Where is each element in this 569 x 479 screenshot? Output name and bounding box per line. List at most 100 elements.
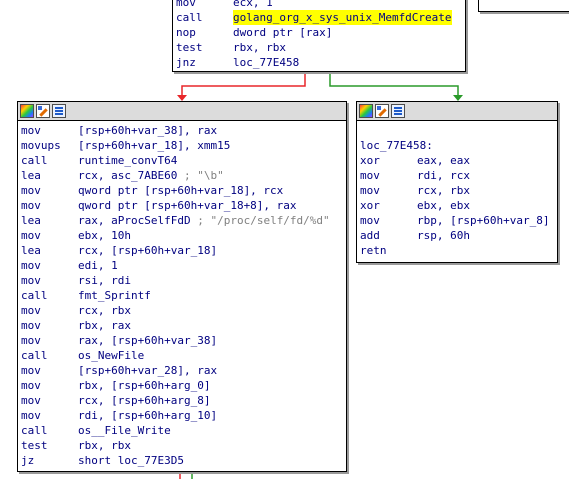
- mnemonic: retn: [360, 244, 387, 257]
- operand: ebx, 10h: [78, 229, 131, 242]
- edit-icon[interactable]: [36, 104, 50, 118]
- operand: qword ptr [rsp+60h+var_18+8], rax: [78, 199, 297, 212]
- operand: rbx, rbx: [78, 439, 131, 452]
- top-code-block[interactable]: mov ecx, 1 call golang_org_x_sys_unix_Me…: [172, 0, 466, 72]
- operand: rcx, asc_7ABE60: [78, 169, 178, 182]
- code-line: mov rbp, [rsp+60h+var_8]: [360, 213, 557, 228]
- code-line: test rbx, rbx: [21, 438, 346, 453]
- left-code-block[interactable]: mov [rsp+60h+var_38], rax movups [rsp+60h+v…: [17, 101, 347, 472]
- mnemonic: jnz: [176, 56, 196, 69]
- mnemonic: mov: [21, 364, 41, 377]
- right-code-listing: xor eax, eax mov rdi, rcx mov rcx, rbx xor ebx,…: [360, 153, 557, 258]
- code-line: mov rsi, rdi: [21, 273, 346, 288]
- code-line: mov rcx, [rsp+60h+arg_8]: [21, 393, 346, 408]
- mnemonic: test: [176, 41, 203, 54]
- operand: ecx, 1: [233, 0, 273, 9]
- mnemonic: mov: [21, 304, 41, 317]
- code-line: movups [rsp+60h+var_18], xmm15: [21, 138, 346, 153]
- mnemonic: xor: [360, 199, 380, 212]
- mnemonic: mov: [21, 319, 41, 332]
- code-line: lea rax, aProcSelfFdD ; "/proc/self/fd/%d…: [21, 213, 346, 228]
- code-line: mov rax, [rsp+60h+var_38]: [21, 333, 346, 348]
- operand: rcx, rbx: [78, 304, 131, 317]
- graph-overview-icon[interactable]: [52, 104, 66, 118]
- code-line: test rbx, rbx: [176, 40, 465, 55]
- operand: rbx, [rsp+60h+arg_0]: [78, 379, 211, 392]
- mnemonic: movups: [21, 139, 61, 152]
- mnemonic: call: [176, 11, 203, 24]
- code-line: mov ebx, 10h: [21, 228, 346, 243]
- color-palette-icon[interactable]: [20, 104, 34, 118]
- comment: ; "\b": [183, 169, 224, 182]
- code-line: mov ecx, 1: [176, 0, 465, 10]
- code-line: add rsp, 60h: [360, 228, 557, 243]
- edit-icon[interactable]: [375, 104, 389, 118]
- block-header: [357, 102, 557, 121]
- code-line: mov rdi, rcx: [360, 168, 557, 183]
- mnemonic: mov: [21, 394, 41, 407]
- mnemonic: lea: [21, 169, 41, 182]
- mnemonic: add: [360, 229, 380, 242]
- code-line: mov rcx, rbx: [360, 183, 557, 198]
- operand: rbx, rax: [78, 319, 131, 332]
- operand: rdi, rcx: [417, 169, 470, 182]
- highlighted-call-target[interactable]: golang_org_x_sys_unix_MemfdCreate: [233, 10, 452, 25]
- mnemonic: mov: [176, 0, 196, 9]
- operand: ebx, ebx: [417, 199, 470, 212]
- mnemonic: mov: [21, 199, 41, 212]
- offscreen-block-top-right[interactable]: [478, 0, 569, 12]
- code-line: mov [rsp+60h+var_38], rax: [21, 123, 346, 138]
- mnemonic: mov: [21, 409, 41, 422]
- operand: edi, 1: [78, 259, 118, 272]
- code-line: call fmt_Sprintf: [21, 288, 346, 303]
- comment: ; "/proc/self/fd/%d": [197, 214, 330, 227]
- mnemonic: mov: [21, 124, 41, 137]
- mnemonic: mov: [21, 184, 41, 197]
- operand: rcx, [rsp+60h+var_18]: [78, 244, 218, 257]
- code-line: call runtime_convT64: [21, 153, 346, 168]
- code-line: call os_NewFile: [21, 348, 346, 363]
- operand: [rsp+60h+var_38], rax: [78, 124, 218, 137]
- operand: os__File_Write: [78, 424, 171, 437]
- code-line: mov rbx, [rsp+60h+arg_0]: [21, 378, 346, 393]
- mnemonic: call: [21, 349, 48, 362]
- code-line: jnz loc_77E458: [176, 55, 465, 70]
- operand: rbp, [rsp+60h+var_8]: [417, 214, 550, 227]
- mnemonic: lea: [21, 214, 41, 227]
- jump-target[interactable]: loc_77E458: [233, 55, 299, 70]
- operand: [rsp+60h+var_28], rax: [78, 364, 218, 377]
- mnemonic: call: [21, 424, 48, 437]
- operand: dword ptr [rax]: [233, 26, 333, 39]
- graph-overview-icon[interactable]: [391, 104, 405, 118]
- mnemonic: call: [21, 289, 48, 302]
- left-code-listing: mov [rsp+60h+var_38], rax movups [rsp+60h+v…: [18, 121, 346, 468]
- code-line: mov rbx, rax: [21, 318, 346, 333]
- operand: os_NewFile: [78, 349, 145, 362]
- mnemonic: lea: [21, 244, 41, 257]
- mnemonic: mov: [360, 184, 380, 197]
- mnemonic: jz: [21, 454, 35, 467]
- right-code-block[interactable]: loc_77E458: xor eax, eax mov rdi, rcx mov rcx…: [356, 101, 558, 263]
- mnemonic: test: [21, 439, 48, 452]
- operand: rcx, rbx: [417, 184, 470, 197]
- operand: eax, eax: [417, 154, 470, 167]
- block-header: [18, 102, 346, 121]
- mnemonic: xor: [360, 154, 380, 167]
- mnemonic: mov: [21, 379, 41, 392]
- code-line: mov [rsp+60h+var_28], rax: [21, 363, 346, 378]
- location-label[interactable]: loc_77E458:: [360, 138, 433, 153]
- code-line: xor eax, eax: [360, 153, 557, 168]
- operand: fmt_Sprintf: [78, 289, 151, 302]
- mnemonic: mov: [360, 169, 380, 182]
- true-branch-edge: [329, 72, 459, 96]
- mnemonic: nop: [176, 26, 196, 39]
- operand: rsi, rdi: [78, 274, 131, 287]
- code-line: mov qword ptr [rsp+60h+var_18], rcx: [21, 183, 346, 198]
- color-palette-icon[interactable]: [359, 104, 373, 118]
- operand: [rsp+60h+var_18], xmm15: [78, 139, 231, 152]
- code-line: jz short loc_77E3D5: [21, 453, 346, 468]
- operand: rax, [rsp+60h+var_38]: [78, 334, 218, 347]
- code-line: lea rcx, [rsp+60h+var_18]: [21, 243, 346, 258]
- operand: rdi, [rsp+60h+arg_10]: [78, 409, 218, 422]
- operand: rbx, rbx: [233, 41, 286, 54]
